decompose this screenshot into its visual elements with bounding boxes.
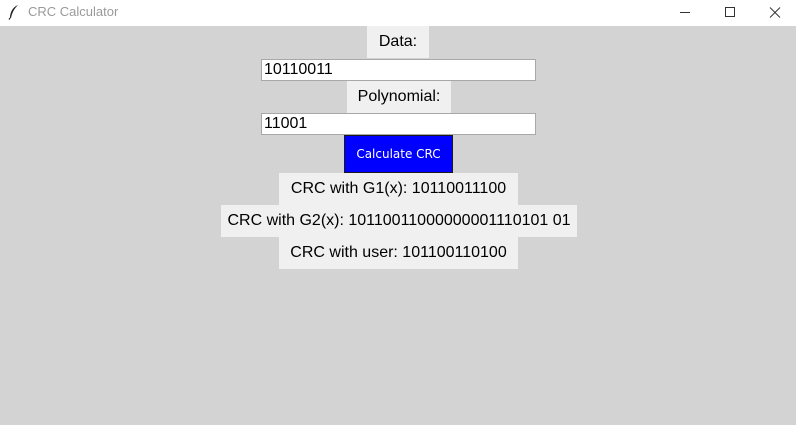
- crc-g1-result: CRC with G1(x): 10110011100: [279, 173, 518, 205]
- title-bar[interactable]: CRC Calculator: [0, 0, 796, 26]
- polynomial-input[interactable]: [261, 113, 536, 135]
- feather-icon: [7, 4, 21, 20]
- close-button[interactable]: [752, 0, 796, 26]
- data-input[interactable]: [261, 59, 536, 81]
- polynomial-label: Polynomial:: [347, 81, 451, 113]
- maximize-button[interactable]: [707, 0, 753, 26]
- crc-user-result: CRC with user: 101100110100: [279, 237, 518, 269]
- window-title: CRC Calculator: [28, 4, 119, 19]
- calculate-crc-button[interactable]: Calculate CRC: [344, 135, 453, 173]
- data-label: Data:: [367, 26, 429, 58]
- close-icon: [769, 7, 781, 18]
- crc-g2-result: CRC with G2(x): 10110011000000001110101 …: [221, 205, 577, 237]
- minimize-button[interactable]: [662, 0, 708, 26]
- maximize-icon: [725, 7, 735, 17]
- minimize-icon: [680, 12, 690, 13]
- main-window: Data: Polynomial: Calculate CRC CRC with…: [0, 26, 796, 425]
